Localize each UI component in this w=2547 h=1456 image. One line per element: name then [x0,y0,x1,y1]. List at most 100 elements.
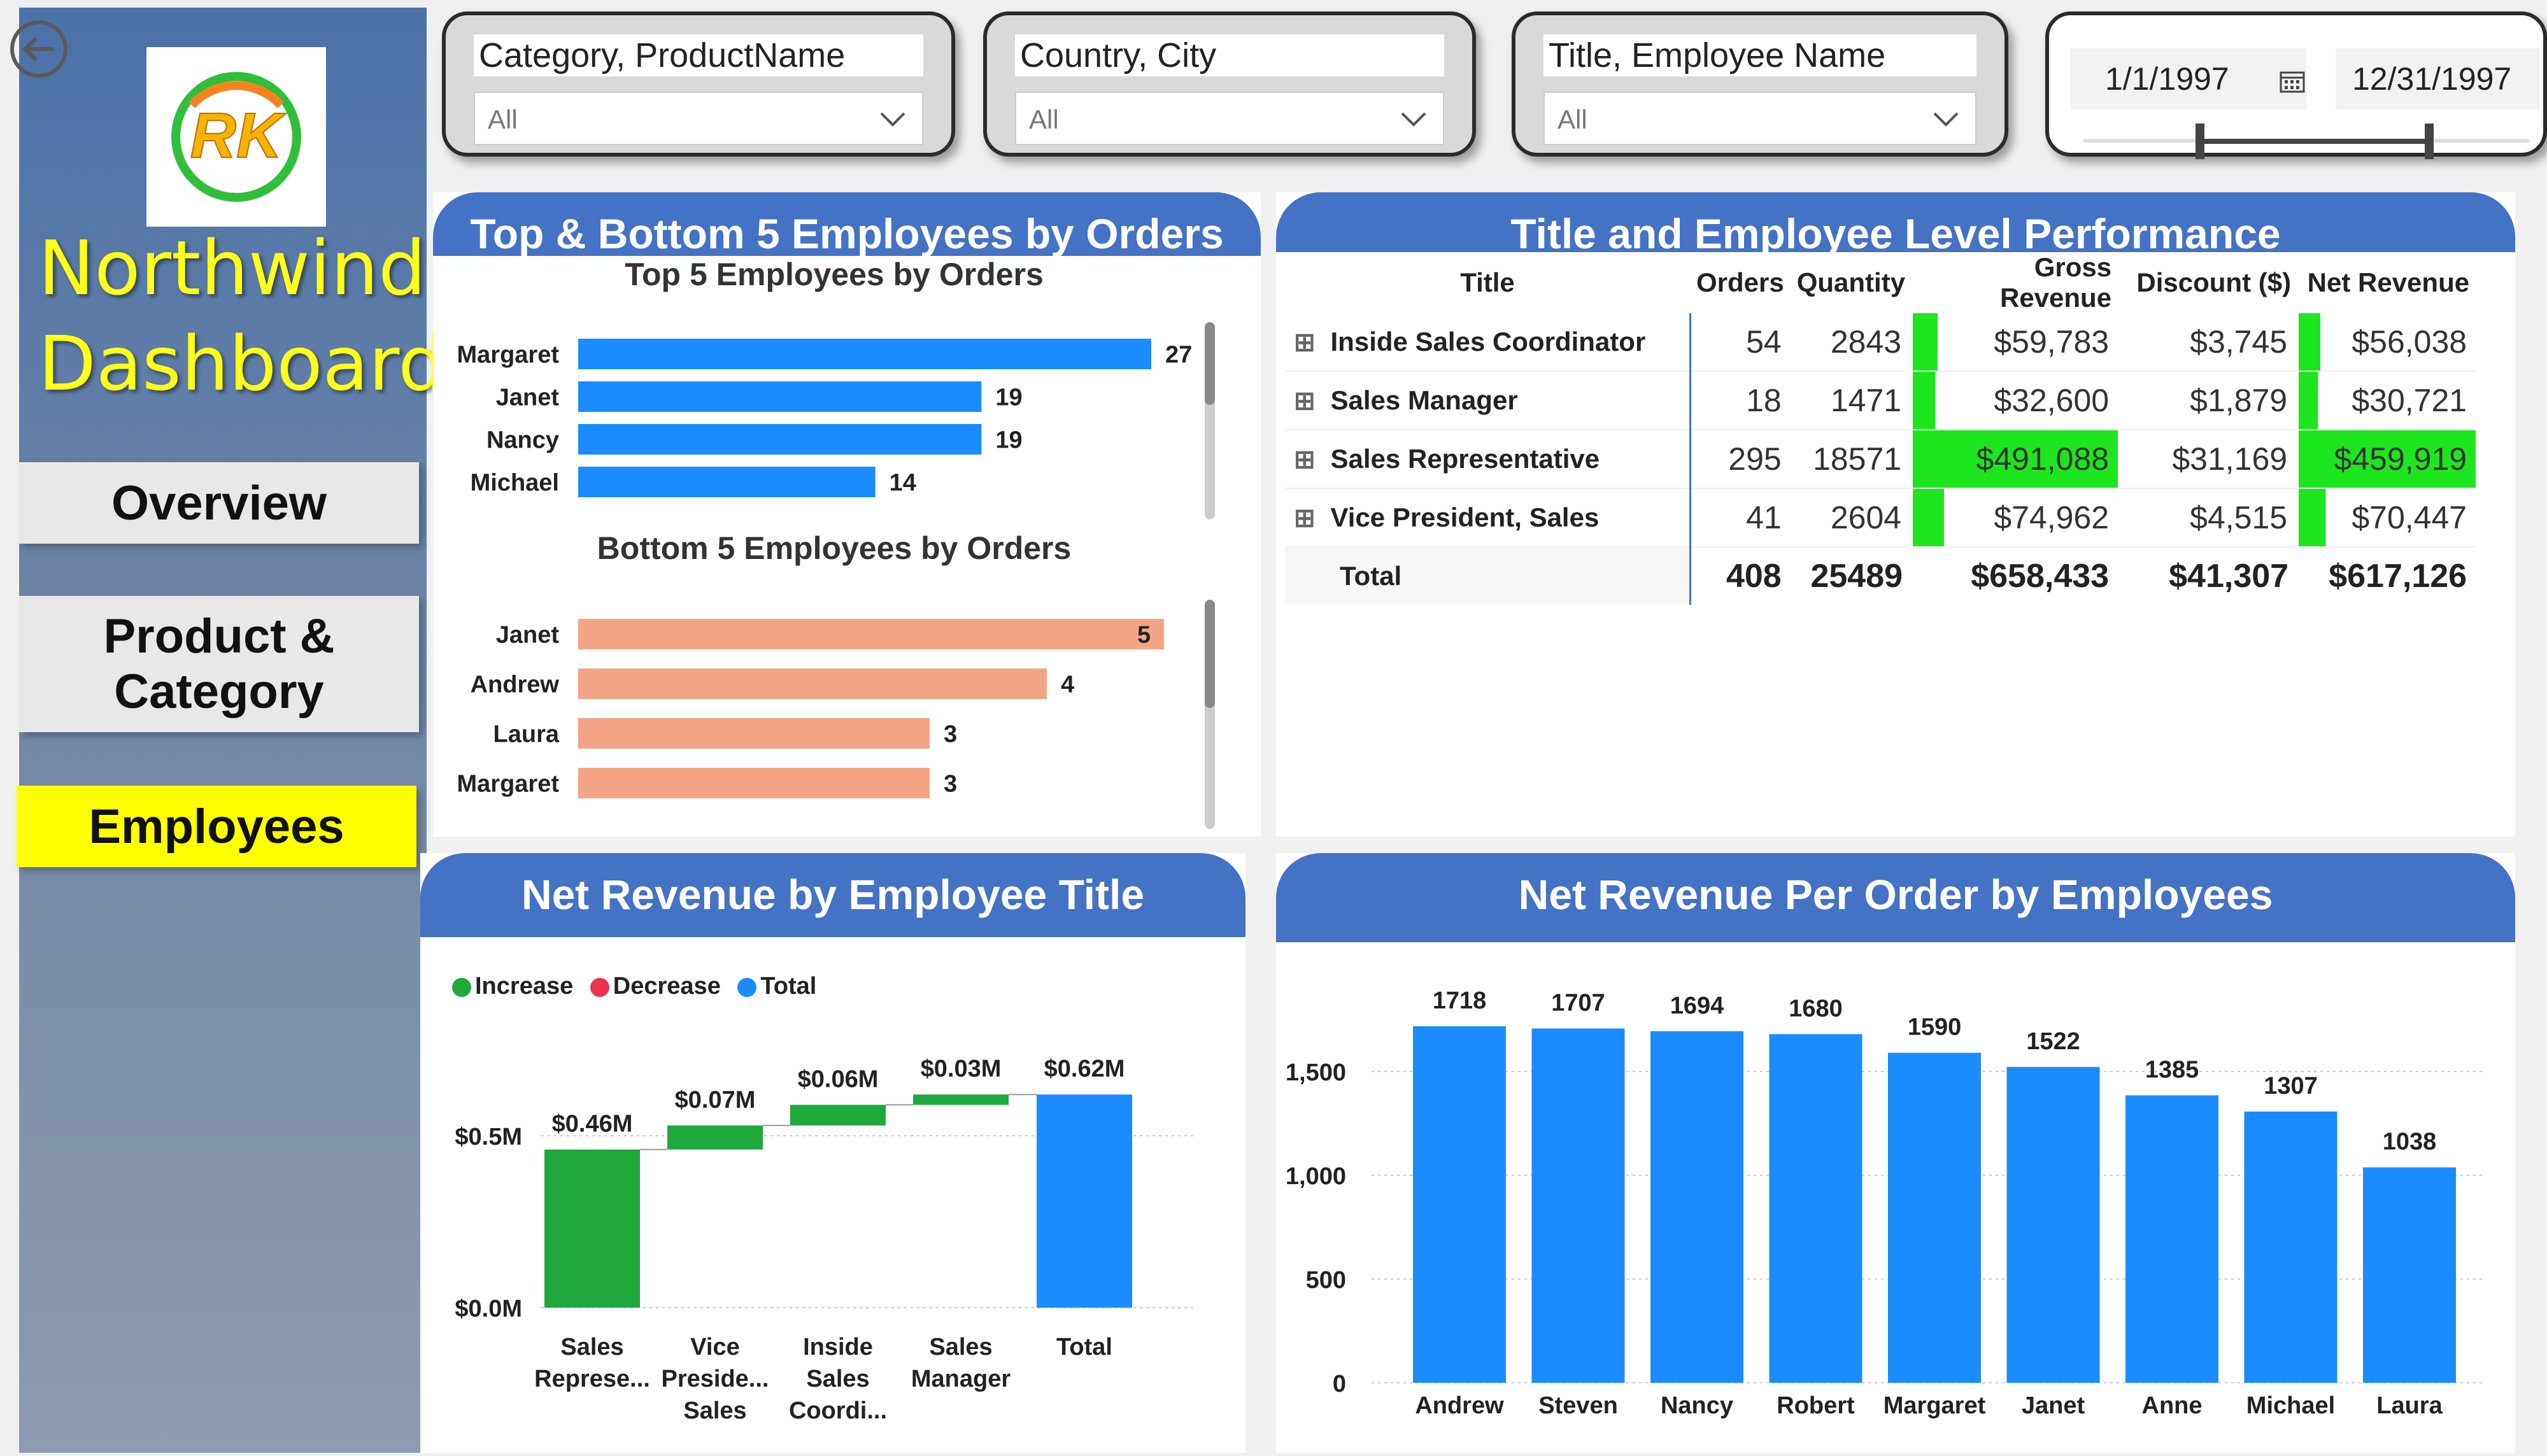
col-header-gross-revenue[interactable]: Gross Revenue [1912,252,2118,313]
orders-cell: 295 [1728,441,1782,477]
bar-value-label: 1385 [2145,1056,2199,1083]
col-header-discount[interactable]: Discount ($) [2118,252,2297,313]
col-header-title[interactable]: Title [1285,252,1690,313]
title-employee-slicer: Title, Employee Name All [1512,11,2008,157]
dropdown-value: All [1029,104,1059,134]
net-revenue-cell: $459,919 [2296,430,2476,488]
rk-logo: RK [146,47,326,227]
sidebar: RK Northwind Dashboard Overview Product … [10,8,446,1453]
total-quantity: 25489 [1810,558,1903,595]
employee-dropdown[interactable]: All [1543,92,1976,145]
performance-matrix: Title Orders Quantity Gross Revenue Disc… [1285,252,2476,605]
row-title-label: Inside Sales Coordinator [1330,327,1646,357]
orders-cell: 18 [1746,383,1782,418]
date-slider-end-handle[interactable] [2425,124,2434,159]
x-category-label: Anne [2142,1392,2203,1419]
category-dropdown[interactable]: All [474,92,923,145]
matrix-row[interactable]: ⊞ Sales Manager 18 1471 $32,600 $1,879 $30,721 [1285,371,2476,430]
y-tick-label: 1,000 [1286,1163,1346,1190]
expand-icon[interactable]: ⊞ [1294,387,1316,415]
top5-chart: Margaret 27 Janet 19 Nancy 19 Michael 14 Janet 5 A… [433,192,1235,829]
nav-product-category-button[interactable]: Product & Category [19,596,419,732]
expand-icon[interactable]: ⊞ [1294,504,1316,532]
expand-icon[interactable]: ⊞ [1294,446,1316,474]
total-orders: 408 [1726,558,1782,595]
matrix-row[interactable]: ⊞ Inside Sales Coordinator 54 2843 $59,783 $3… [1285,313,2476,371]
per-order-bar[interactable] [1413,1026,1506,1383]
row-title: ⊞ Vice President, Sales [1285,488,1691,547]
x-category-label: Coordi... [789,1397,887,1424]
bottom5-bar[interactable] [578,768,930,798]
gross-revenue-cell: $74,962 [1910,488,2118,547]
nav-employees-button[interactable]: Employees [17,786,416,867]
per-order-bar[interactable] [2125,1095,2218,1383]
col-header-orders[interactable]: Orders [1690,252,1791,313]
chevron-down-icon [1933,112,1959,127]
matrix-header-row: Title Orders Quantity Gross Revenue Disc… [1285,252,2476,313]
per-order-bar[interactable] [2006,1066,2100,1383]
top5-bar[interactable] [578,467,876,497]
bottom5-label: Margaret [457,770,560,797]
top5-value-label: 14 [890,469,916,496]
per-order-bar[interactable] [1888,1052,1981,1383]
per-order-bar[interactable] [2363,1167,2456,1383]
per-order-bar[interactable] [1650,1031,1743,1383]
top5-bar[interactable] [578,424,982,455]
waterfall-bar[interactable] [913,1094,1009,1105]
nav-overview-button[interactable]: Overview [19,462,419,544]
end-date-input[interactable]: 12/31/1997 [2336,48,2539,110]
country-city-slicer: Country, City All [983,11,1476,157]
net-revenue-cell: $70,447 [2296,488,2476,547]
dropdown-value: All [488,104,518,134]
back-button[interactable] [10,20,67,78]
row-title-label: Vice President, Sales [1330,502,1600,532]
matrix-row[interactable]: ⊞ Sales Representative 295 18571 $491,088 $31… [1285,430,2476,488]
matrix-total-row: Total 408 25489 $658,433 $41,307 $617,126 [1285,547,2476,605]
discount-cell: $3,745 [2190,324,2288,360]
per-order-bar[interactable] [1531,1028,1625,1383]
start-date-input[interactable]: 1/1/1997 [2071,48,2306,110]
scrollbar-thumb[interactable] [1205,600,1215,708]
y-tick-label: 1,500 [1286,1059,1346,1086]
matrix-row[interactable]: ⊞ Vice President, Sales 41 2604 $74,962 $4,51… [1285,488,2476,547]
x-category-label: Michael [2246,1392,2335,1419]
calendar-icon[interactable] [2280,70,2305,93]
net-revenue-per-order-panel: Net Revenue Per Order by Employees 0 500 1… [1276,853,2515,1453]
scrollbar-thumb[interactable] [1205,322,1215,405]
end-date-value: 12/31/1997 [2352,61,2512,97]
bottom5-value-label: 3 [944,721,957,747]
col-header-net-revenue[interactable]: Net Revenue [2297,252,2476,313]
orders-cell: 54 [1746,324,1782,360]
x-category-label: Represe... [534,1366,650,1392]
col-header-quantity[interactable]: Quantity [1791,252,1912,313]
bottom5-bar[interactable] [578,619,1164,649]
start-date-value: 1/1/1997 [2105,61,2229,97]
y-tick-label: 0 [1333,1371,1346,1397]
dropdown-value: All [1557,104,1587,134]
total-net-revenue: $617,126 [2329,558,2467,595]
waterfall-bar[interactable] [1037,1094,1132,1308]
waterfall-bar[interactable] [544,1149,640,1308]
bottom5-bar[interactable] [578,668,1047,699]
bottom5-value-label: 4 [1061,671,1074,698]
date-slider-start-handle[interactable] [2196,124,2204,159]
waterfall-bar[interactable] [790,1105,886,1126]
date-range-slicer: 1/1/1997 12/31/1997 [2045,11,2547,159]
top5-bar[interactable] [578,339,1151,369]
svg-text:RK: RK [190,100,287,171]
top5-value-label: 19 [995,384,1022,411]
bottom5-scrollbar[interactable] [1205,600,1215,829]
bottom5-bar[interactable] [578,718,930,749]
total-gross-revenue: $658,433 [1971,558,2110,595]
bottom5-value-label: 3 [944,770,957,797]
nav-product-label-line2: Category [114,665,324,719]
per-order-bar[interactable] [2244,1111,2338,1383]
per-order-bar[interactable] [1769,1034,1862,1383]
country-dropdown[interactable]: All [1015,92,1444,145]
bar-value-label: 1522 [2026,1028,2080,1055]
expand-icon[interactable]: ⊞ [1294,329,1316,357]
top5-scrollbar[interactable] [1205,322,1215,519]
top5-bar[interactable] [578,381,982,412]
title-employee-performance-panel: Title and Employee Level Performance Tit… [1276,192,2515,837]
waterfall-bar[interactable] [667,1125,763,1150]
